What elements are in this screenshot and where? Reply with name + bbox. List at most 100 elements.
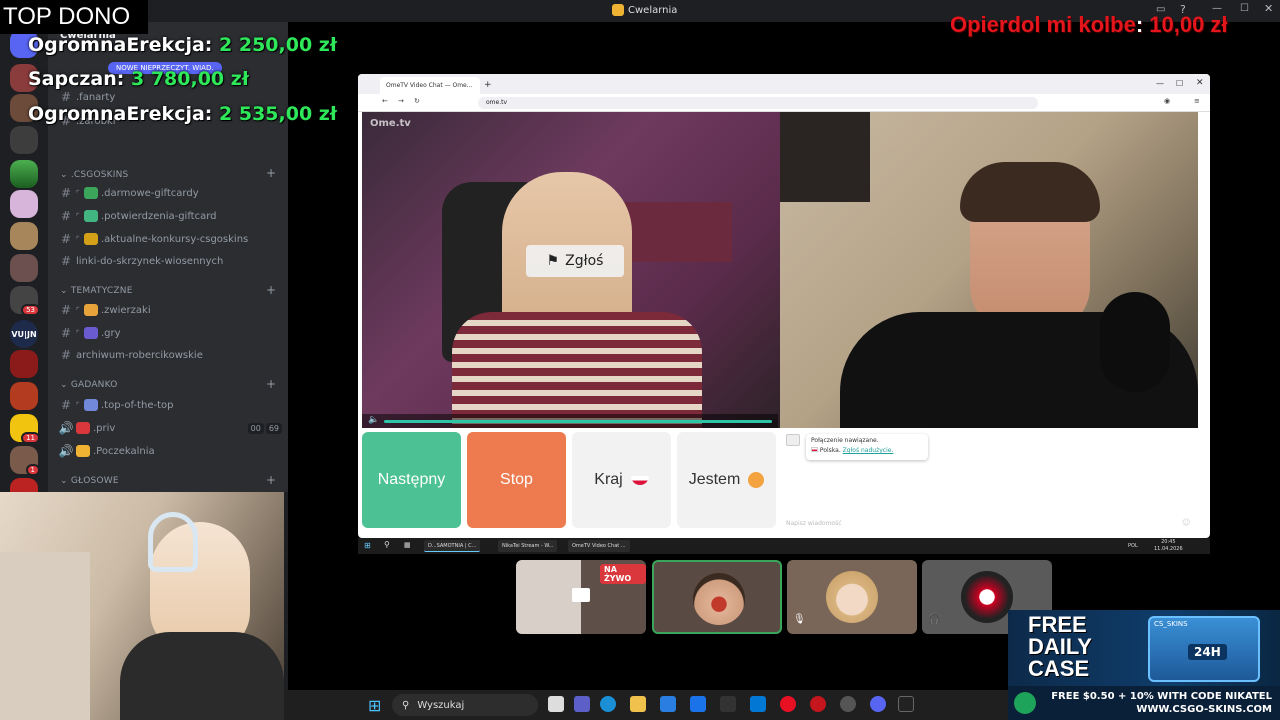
channel-item[interactable]: # ⌜ .darmowe-giftcardy [56, 182, 282, 204]
case-image: CS_SKINS 24H [1148, 616, 1260, 682]
gamepad-icon [84, 327, 98, 339]
taskbar-app[interactable]: D...SAMOTNIA | C... [424, 540, 481, 552]
promo-site: WWW.CSGO-SKINS.COM [1136, 704, 1272, 715]
channel-item[interactable]: # ⌜ .zwierzaki [56, 299, 282, 321]
taskbar-app[interactable]: OmeTV Video Chat ... [568, 540, 630, 552]
opera-icon[interactable] [780, 696, 796, 712]
minimize-icon[interactable]: — [1156, 79, 1164, 88]
stream-tile[interactable]: NA ŻYWO [516, 560, 646, 634]
add-channel-icon[interactable]: + [266, 377, 276, 391]
volume-slider[interactable] [384, 420, 772, 423]
teams-icon[interactable] [574, 696, 590, 712]
address-bar[interactable]: ome.tv [478, 97, 1038, 109]
channel-label: .top-of-the-top [101, 399, 174, 411]
new-tab-icon[interactable]: + [484, 80, 492, 90]
app-icon[interactable] [720, 696, 736, 712]
browser-window: OmeTV Video Chat — Ome... + — ☐ ✕ ← → ↻ … [358, 74, 1210, 538]
add-channel-icon[interactable]: + [266, 166, 276, 180]
country-button[interactable]: Kraj [572, 432, 671, 528]
server-icon[interactable] [10, 190, 38, 218]
voice-channel-item[interactable]: 🔊 .priv 00 69 [56, 417, 282, 439]
server-icon[interactable]: VU|JN [10, 320, 38, 348]
channel-label: .fanarty [76, 91, 116, 103]
check-icon [84, 210, 98, 222]
participant-tile-speaking[interactable] [652, 560, 782, 634]
app-icon[interactable] [750, 696, 766, 712]
gender-button[interactable]: Jestem [677, 432, 776, 528]
channel-label: .potwierdzenia-giftcard [101, 210, 217, 222]
participant-tile[interactable]: 🎙 [787, 560, 917, 634]
epic-games-icon[interactable] [898, 696, 914, 712]
server-icon[interactable] [10, 222, 38, 250]
server-icon[interactable] [10, 160, 38, 188]
separator: : [1135, 12, 1144, 37]
report-abuse-link[interactable]: Zgłoś nadużycie. [843, 447, 894, 454]
category-tematyczne[interactable]: ⌄ TEMATYCZNE [60, 286, 133, 296]
message-input[interactable]: Napisz wiadomość [786, 520, 842, 527]
language-indicator[interactable]: POL [1128, 543, 1138, 549]
edge-icon[interactable] [600, 696, 616, 712]
taskbar-app[interactable]: NikaTei Stream - W... [498, 540, 558, 552]
file-explorer-icon[interactable] [630, 696, 646, 712]
donation-amount: 2 535,00 zł [219, 103, 337, 125]
server-icon[interactable] [10, 350, 38, 378]
speaker-icon[interactable]: 🔈 [368, 415, 379, 425]
server-icon[interactable] [10, 382, 38, 410]
channel-label: archiwum-robercikowskie [76, 349, 203, 361]
connected-text: Połączenie nawiązane. [811, 437, 879, 444]
promo-text: FREE $0.50 + 10% WITH CODE NIKATEL [1051, 691, 1272, 702]
channel-item[interactable]: # ⌜ .potwierdzenia-giftcard [56, 205, 282, 227]
task-view-icon[interactable] [548, 696, 564, 712]
server-icon[interactable] [10, 126, 38, 154]
server-icon[interactable]: 53 [10, 286, 40, 316]
category-glosowe[interactable]: ⌄ GŁOSOWE [60, 476, 119, 486]
close-icon[interactable]: ✕ [1196, 78, 1204, 88]
app-icon[interactable] [840, 696, 856, 712]
opera-gx-icon[interactable] [810, 696, 826, 712]
category-csgoskins[interactable]: ⌄ .CSGOSKINS [60, 170, 128, 180]
stop-button[interactable]: Stop [467, 432, 566, 528]
striped-sweater [452, 312, 702, 428]
server-icon[interactable] [10, 254, 38, 282]
server-icon[interactable]: 1 [10, 446, 40, 476]
add-channel-icon[interactable]: + [266, 473, 276, 487]
store-icon[interactable] [660, 696, 676, 712]
maximize-icon[interactable]: ☐ [1176, 79, 1183, 88]
discord-icon[interactable] [870, 696, 886, 712]
add-channel-icon[interactable]: + [266, 283, 276, 297]
windows-start-icon[interactable]: ⊞ [368, 696, 381, 715]
volume-bar[interactable]: 🔈 [362, 414, 778, 428]
browser-tabstrip: OmeTV Video Chat — Ome... + — ☐ ✕ [358, 74, 1210, 94]
donor-name: OgromnaErekcja [28, 34, 205, 56]
search-icon[interactable]: ⚲ [384, 540, 390, 549]
browser-tab[interactable]: OmeTV Video Chat — Ome... [380, 77, 480, 94]
report-button[interactable]: ⚑ Zgłoś [526, 245, 624, 277]
maximize-icon[interactable]: ☐ [1240, 3, 1249, 14]
channel-item[interactable]: # ⌜ .aktualne-konkursy-csgoskins [56, 228, 282, 250]
forward-icon[interactable]: → [398, 97, 404, 105]
server-icon[interactable]: 11 [10, 414, 40, 444]
channel-item[interactable]: # linki-do-skrzynek-wiosennych [56, 250, 282, 272]
task-view-icon[interactable]: ▦ [404, 541, 411, 549]
reload-icon[interactable]: ↻ [414, 97, 420, 105]
emoji-picker-icon[interactable]: ☺ [1182, 518, 1190, 527]
close-icon[interactable]: ✕ [1264, 2, 1273, 15]
voice-channel-item[interactable]: 🔊 .Poczekalnia [56, 440, 282, 462]
next-button[interactable]: Następny [362, 432, 461, 528]
menu-icon[interactable]: ≡ [1194, 97, 1200, 105]
back-icon[interactable]: ← [382, 97, 388, 105]
windows-start-icon[interactable]: ⊞ [364, 541, 371, 550]
taskbar-search[interactable]: ⚲ Wyszukaj [392, 694, 538, 716]
outlook-icon[interactable] [690, 696, 706, 712]
category-label: GADANKO [70, 380, 118, 390]
donation-amount: 10,00 zł [1149, 12, 1228, 37]
donation-message: Opierdol mi kolbe [950, 12, 1136, 37]
category-gadanko[interactable]: ⌄ GADANKO [60, 380, 118, 390]
channel-item[interactable]: # ⌜ .top-of-the-top [56, 394, 282, 416]
clock[interactable]: 20:45 11.04.2026 [1154, 539, 1183, 553]
extension-icon[interactable]: ◉ [1164, 97, 1170, 105]
channel-item[interactable]: # archiwum-robercikowskie [56, 344, 282, 366]
tab-title: OmeTV Video Chat — Ome... [386, 82, 473, 89]
channel-item[interactable]: # ⌜ .gry [56, 322, 282, 344]
ad-promo: FREE $0.50 + 10% WITH CODE NIKATEL WWW.C… [1008, 686, 1280, 720]
